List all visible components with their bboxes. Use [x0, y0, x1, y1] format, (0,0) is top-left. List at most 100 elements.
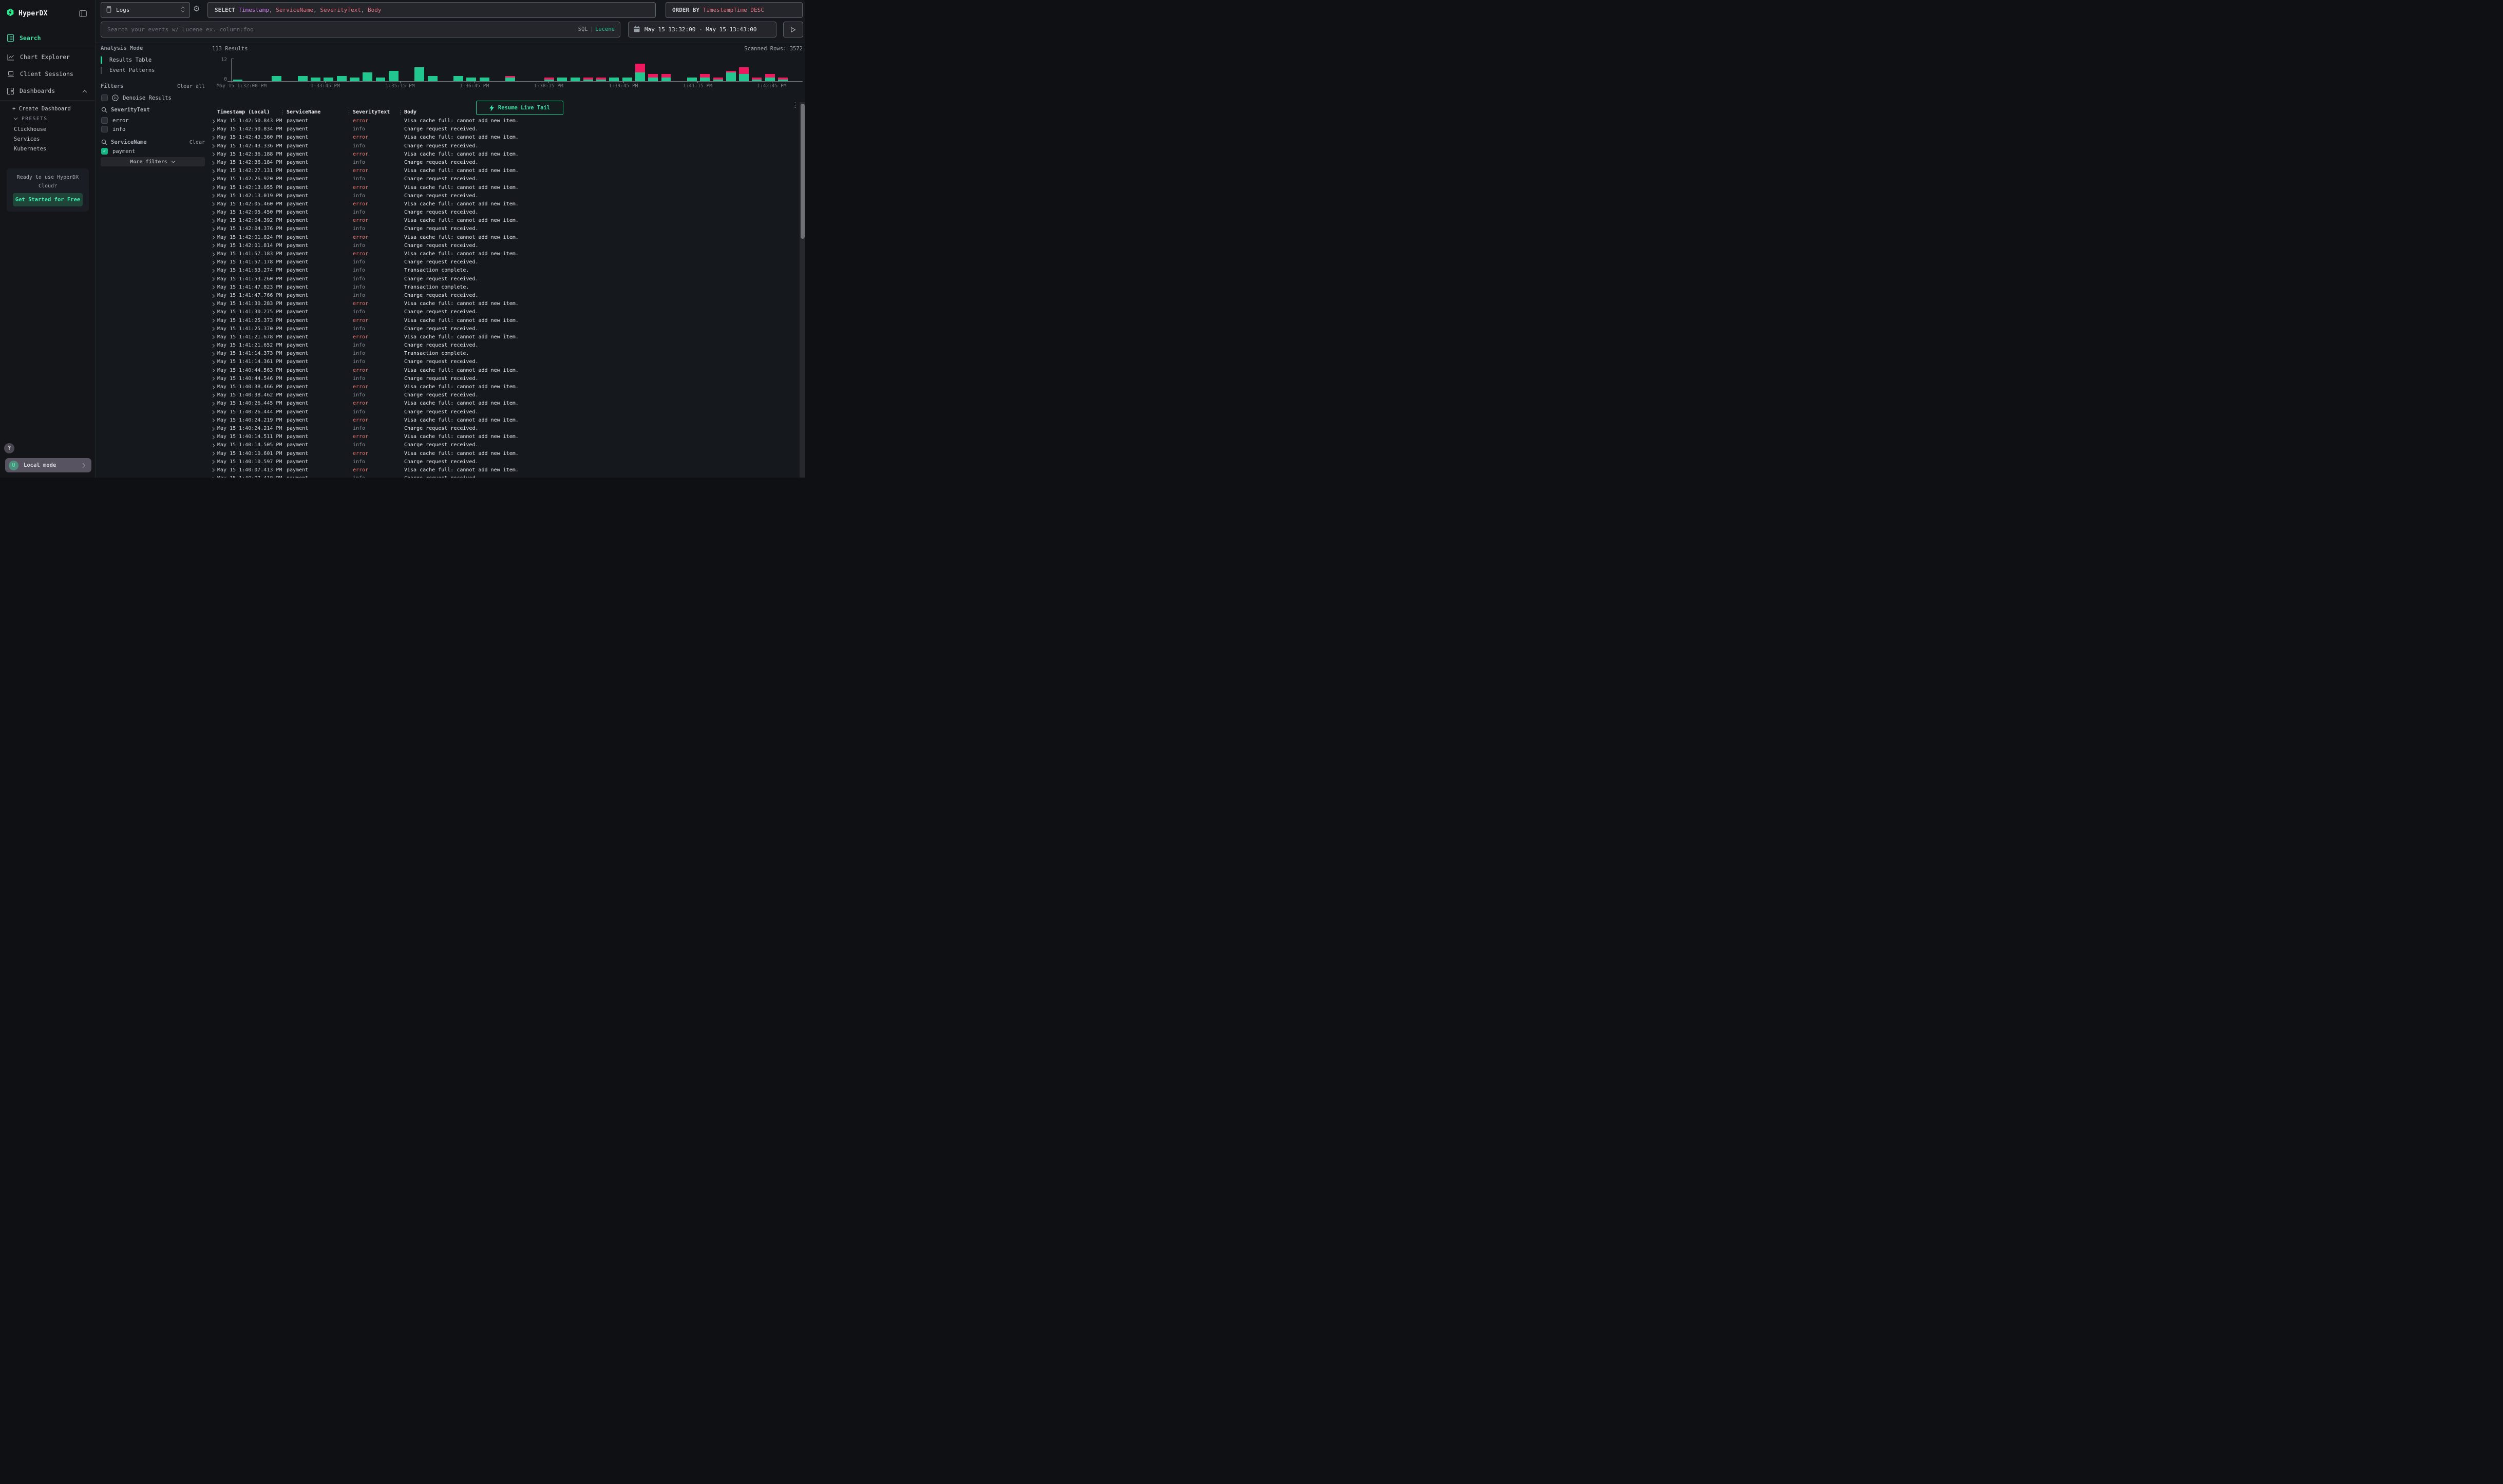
- expand-row-icon[interactable]: [212, 142, 215, 150]
- sql-mode-option[interactable]: SQL: [578, 26, 588, 32]
- col-header-servicename[interactable]: ServiceName: [287, 109, 320, 115]
- table-row[interactable]: May 15 1:42:43.360 PMpaymenterrorVisa ca…: [207, 134, 798, 142]
- table-row[interactable]: May 15 1:40:44.563 PMpaymenterrorVisa ca…: [207, 367, 798, 375]
- expand-row-icon[interactable]: [212, 441, 215, 449]
- expand-row-icon[interactable]: [212, 208, 215, 217]
- preset-item-clickhouse[interactable]: Clickhouse: [14, 125, 46, 135]
- table-row[interactable]: May 15 1:42:43.336 PMpaymentinfoCharge r…: [207, 142, 798, 150]
- presets-toggle[interactable]: PRESETS: [13, 116, 48, 122]
- table-row[interactable]: May 15 1:40:44.546 PMpaymentinfoCharge r…: [207, 375, 798, 383]
- table-row[interactable]: May 15 1:42:05.450 PMpaymentinfoCharge r…: [207, 208, 798, 217]
- expand-row-icon[interactable]: [212, 117, 215, 125]
- expand-row-icon[interactable]: [212, 258, 215, 267]
- expand-row-icon[interactable]: [212, 425, 215, 433]
- expand-row-icon[interactable]: [212, 134, 215, 142]
- expand-row-icon[interactable]: [212, 217, 215, 225]
- get-started-button[interactable]: Get Started for Free: [13, 193, 83, 206]
- table-row[interactable]: May 15 1:42:36.184 PMpaymentinfoCharge r…: [207, 159, 798, 167]
- search-input[interactable]: [101, 22, 620, 37]
- expand-row-icon[interactable]: [212, 200, 215, 208]
- table-row[interactable]: May 15 1:40:10.597 PMpaymentinfoCharge r…: [207, 458, 798, 466]
- expand-row-icon[interactable]: [212, 300, 215, 308]
- sidebar-item-dashboards[interactable]: Dashboards: [0, 84, 96, 98]
- expand-row-icon[interactable]: [212, 433, 215, 441]
- expand-row-icon[interactable]: [212, 350, 215, 358]
- expand-row-icon[interactable]: [212, 458, 215, 466]
- table-row[interactable]: May 15 1:41:47.823 PMpaymentinfoTransact…: [207, 283, 798, 292]
- run-query-button[interactable]: [783, 22, 803, 37]
- expand-row-icon[interactable]: [212, 308, 215, 316]
- table-row[interactable]: May 15 1:41:53.274 PMpaymentinfoTransact…: [207, 267, 798, 275]
- table-row[interactable]: May 15 1:42:04.392 PMpaymenterrorVisa ca…: [207, 217, 798, 225]
- expand-row-icon[interactable]: [212, 175, 215, 183]
- table-row[interactable]: May 15 1:40:26.445 PMpaymenterrorVisa ca…: [207, 399, 798, 408]
- table-row[interactable]: May 15 1:40:10.601 PMpaymenterrorVisa ca…: [207, 450, 798, 458]
- table-row[interactable]: May 15 1:40:24.214 PMpaymentinfoCharge r…: [207, 425, 798, 433]
- expand-row-icon[interactable]: [212, 416, 215, 425]
- help-button[interactable]: ?: [4, 443, 14, 453]
- select-query-input[interactable]: SELECT Timestamp, ServiceName, SeverityT…: [207, 2, 656, 18]
- more-filters-button[interactable]: More filters: [101, 157, 205, 166]
- expand-row-icon[interactable]: [212, 367, 215, 375]
- expand-row-icon[interactable]: [212, 408, 215, 416]
- table-row[interactable]: May 15 1:40:38.466 PMpaymenterrorVisa ca…: [207, 383, 798, 391]
- expand-row-icon[interactable]: [212, 225, 215, 233]
- table-row[interactable]: May 15 1:41:21.678 PMpaymenterrorVisa ca…: [207, 333, 798, 341]
- sidebar-item-chart-explorer[interactable]: Chart Explorer: [0, 50, 96, 64]
- expand-row-icon[interactable]: [212, 317, 215, 325]
- expand-row-icon[interactable]: [212, 184, 215, 192]
- col-header-timestamp[interactable]: Timestamp (Local): [217, 109, 270, 115]
- clear-all-button[interactable]: Clear all: [177, 84, 205, 89]
- expand-row-icon[interactable]: [212, 375, 215, 383]
- table-row[interactable]: May 15 1:42:36.188 PMpaymenterrorVisa ca…: [207, 150, 798, 159]
- table-row[interactable]: May 15 1:42:26.920 PMpaymentinfoCharge r…: [207, 175, 798, 183]
- preset-item-kubernetes[interactable]: Kubernetes: [14, 144, 46, 154]
- expand-row-icon[interactable]: [212, 275, 215, 283]
- expand-row-icon[interactable]: [212, 358, 215, 366]
- query-language-toggle[interactable]: SQL|Lucene: [578, 22, 615, 37]
- table-row[interactable]: May 15 1:42:50.834 PMpaymentinfoCharge r…: [207, 125, 798, 134]
- expand-row-icon[interactable]: [212, 167, 215, 175]
- sidebar-item-search[interactable]: Search: [0, 31, 96, 45]
- expand-row-icon[interactable]: [212, 450, 215, 458]
- table-row[interactable]: May 15 1:41:53.260 PMpaymentinfoCharge r…: [207, 275, 798, 283]
- table-row[interactable]: May 15 1:42:05.460 PMpaymenterrorVisa ca…: [207, 200, 798, 208]
- create-dashboard-button[interactable]: + Create Dashboard: [12, 106, 71, 112]
- table-row[interactable]: May 15 1:41:57.183 PMpaymenterrorVisa ca…: [207, 250, 798, 258]
- expand-row-icon[interactable]: [212, 283, 215, 292]
- expand-row-icon[interactable]: [212, 267, 215, 275]
- table-row[interactable]: May 15 1:41:30.275 PMpaymentinfoCharge r…: [207, 308, 798, 316]
- gear-icon[interactable]: ⚙: [193, 4, 200, 13]
- denoise-checkbox[interactable]: [101, 94, 108, 101]
- expand-row-icon[interactable]: [212, 125, 215, 134]
- filter-option-info[interactable]: info: [101, 126, 125, 132]
- expand-row-icon[interactable]: [212, 192, 215, 200]
- table-row[interactable]: May 15 1:41:25.373 PMpaymenterrorVisa ca…: [207, 317, 798, 325]
- table-row[interactable]: May 15 1:40:26.444 PMpaymentinfoCharge r…: [207, 408, 798, 416]
- table-row[interactable]: May 15 1:40:14.505 PMpaymentinfoCharge r…: [207, 441, 798, 449]
- table-options-icon[interactable]: ⋮: [792, 102, 799, 109]
- table-row[interactable]: May 15 1:41:14.373 PMpaymentinfoTransact…: [207, 350, 798, 358]
- preset-item-services[interactable]: Services: [14, 135, 46, 144]
- table-row[interactable]: May 15 1:42:50.843 PMpaymenterrorVisa ca…: [207, 117, 798, 125]
- table-row[interactable]: May 15 1:40:07.413 PMpaymenterrorVisa ca…: [207, 466, 798, 474]
- table-row[interactable]: May 15 1:42:13.055 PMpaymenterrorVisa ca…: [207, 184, 798, 192]
- table-row[interactable]: May 15 1:40:07.410 PMpaymentinfoCharge r…: [207, 474, 798, 478]
- clear-group-button[interactable]: Clear: [189, 140, 205, 145]
- analysis-mode-event-patterns[interactable]: Event Patterns: [101, 66, 203, 75]
- table-row[interactable]: May 15 1:40:14.511 PMpaymenterrorVisa ca…: [207, 433, 798, 441]
- expand-row-icon[interactable]: [212, 341, 215, 350]
- user-menu[interactable]: U Local mode: [5, 458, 91, 472]
- source-select[interactable]: Logs: [101, 2, 190, 18]
- expand-row-icon[interactable]: [212, 383, 215, 391]
- expand-row-icon[interactable]: [212, 250, 215, 258]
- time-range-picker[interactable]: May 15 13:32:00 - May 15 13:43:00: [628, 22, 776, 37]
- table-row[interactable]: May 15 1:41:30.283 PMpaymenterrorVisa ca…: [207, 300, 798, 308]
- checkbox-error[interactable]: [101, 117, 108, 124]
- filter-option-payment[interactable]: ✓payment: [101, 148, 135, 155]
- lucene-mode-option[interactable]: Lucene: [595, 26, 615, 32]
- analysis-mode-results-table[interactable]: Results Table: [101, 55, 203, 65]
- table-row[interactable]: May 15 1:42:04.376 PMpaymentinfoCharge r…: [207, 225, 798, 233]
- table-row[interactable]: May 15 1:41:21.652 PMpaymentinfoCharge r…: [207, 341, 798, 350]
- table-row[interactable]: May 15 1:42:13.019 PMpaymentinfoCharge r…: [207, 192, 798, 200]
